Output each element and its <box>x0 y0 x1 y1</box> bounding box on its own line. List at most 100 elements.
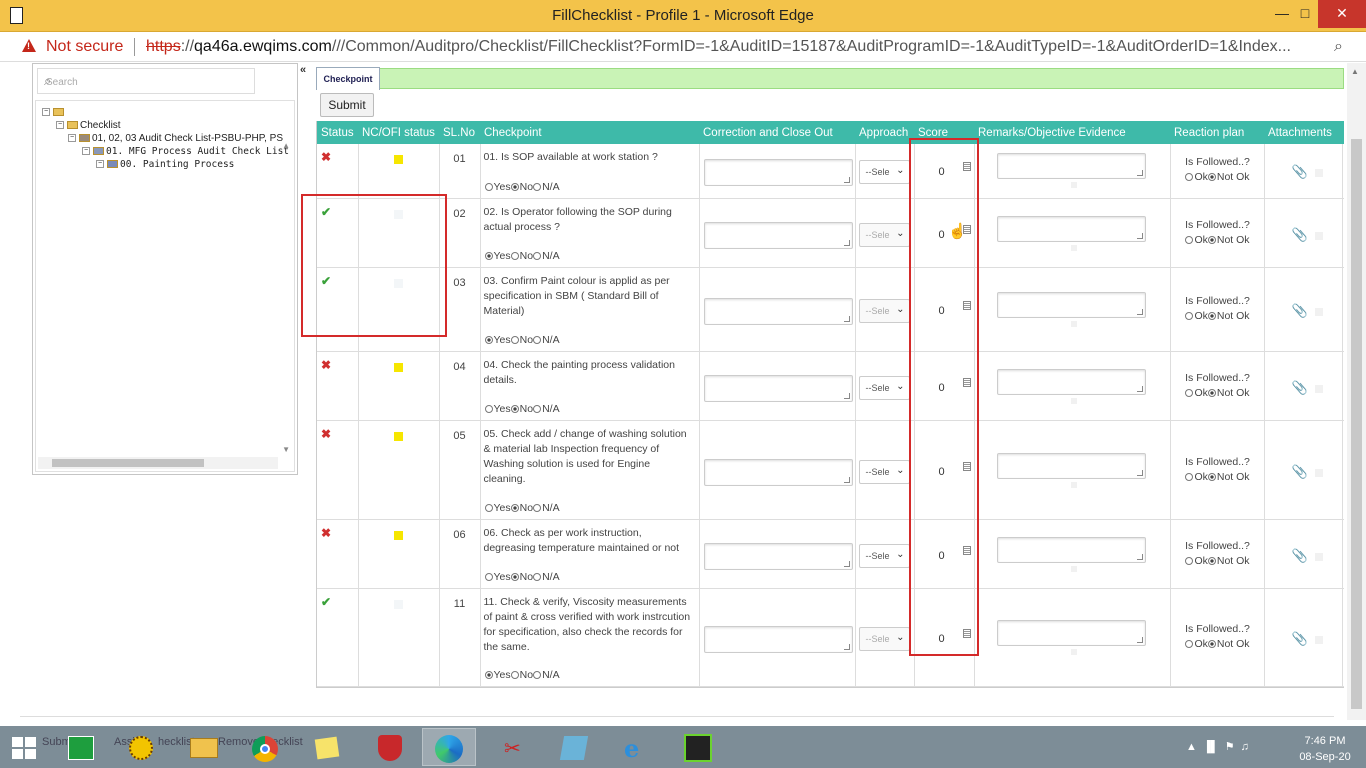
radio-no[interactable] <box>510 335 519 344</box>
radio-not-ok[interactable] <box>1207 556 1216 565</box>
collapse-toggle-icon[interactable]: − <box>42 108 50 117</box>
answer-radio-group[interactable]: Yes No N/A <box>484 669 560 681</box>
radio-ok[interactable] <box>1185 472 1194 481</box>
tree-horizontal-scrollbar[interactable] <box>38 457 278 469</box>
not-secure-label[interactable]: Not secure <box>46 38 123 56</box>
collapse-panel-button[interactable]: « <box>300 64 306 76</box>
tree-vertical-scrollbar[interactable]: ▲ <box>282 141 290 150</box>
radio-no[interactable] <box>510 670 519 679</box>
flower-app-icon[interactable] <box>120 728 174 766</box>
radio-na[interactable] <box>533 503 542 512</box>
answer-radio-group[interactable]: Yes No N/A <box>484 571 560 583</box>
radio-na[interactable] <box>533 251 542 260</box>
remarks-textarea[interactable] <box>996 536 1146 563</box>
close-button[interactable]: ✕ <box>1318 0 1366 28</box>
radio-not-ok[interactable] <box>1207 311 1216 320</box>
radio-na[interactable] <box>533 572 542 581</box>
approach-select[interactable]: --Sele ⌄ <box>858 543 910 568</box>
paperclip-icon[interactable]: 📎 <box>1292 380 1308 396</box>
scroll-up-icon[interactable]: ▲ <box>1351 67 1359 76</box>
radio-na[interactable] <box>533 404 542 413</box>
scroll-thumb[interactable] <box>52 459 204 467</box>
paperclip-icon[interactable]: 📎 <box>1292 303 1308 319</box>
correction-textarea[interactable] <box>703 159 853 186</box>
radio-yes[interactable] <box>484 503 493 512</box>
radio-yes[interactable] <box>484 404 493 413</box>
approach-select[interactable]: --Sele ⌄ <box>858 459 910 484</box>
paperclip-icon[interactable]: 📎 <box>1292 227 1308 243</box>
correction-textarea[interactable] <box>703 542 853 570</box>
tree-search-input[interactable]: ⌕ Search <box>37 68 255 94</box>
radio-no[interactable] <box>510 182 519 191</box>
answer-radio-group[interactable]: Yes No N/A <box>484 250 560 262</box>
tab-checkpoint[interactable]: Checkpoint <box>316 67 380 90</box>
collapse-toggle-icon[interactable]: − <box>68 134 76 143</box>
collapse-toggle-icon[interactable]: − <box>56 121 64 130</box>
correction-textarea[interactable] <box>703 625 853 653</box>
radio-not-ok[interactable] <box>1207 388 1216 397</box>
remarks-textarea[interactable] <box>996 368 1146 395</box>
radio-ok[interactable] <box>1185 311 1194 320</box>
system-tray[interactable]: ▲ ▐▌ ⚑ ♫ <box>1186 740 1249 753</box>
remarks-textarea[interactable] <box>996 215 1146 242</box>
correction-textarea[interactable] <box>703 458 853 486</box>
radio-not-ok[interactable] <box>1207 235 1216 244</box>
zoom-icon[interactable]: ⌕ <box>1334 38 1343 56</box>
collapse-toggle-icon[interactable]: − <box>96 160 104 169</box>
paperclip-icon[interactable]: 📎 <box>1292 164 1308 180</box>
address-bar[interactable]: ! Not secure https://qa46a.ewqims.com///… <box>0 32 1366 62</box>
chrome-icon[interactable] <box>240 728 294 766</box>
radio-yes[interactable] <box>484 670 493 679</box>
radio-yes[interactable] <box>484 251 493 260</box>
maximize-button[interactable]: □ <box>1288 0 1322 28</box>
radio-no[interactable] <box>510 404 519 413</box>
radio-yes[interactable] <box>484 335 493 344</box>
remarks-textarea[interactable] <box>996 619 1146 646</box>
radio-ok[interactable] <box>1185 388 1194 397</box>
tree-node-checklist[interactable]: − Checklist <box>56 120 121 131</box>
radio-ok[interactable] <box>1185 173 1194 181</box>
tree-scroll-down[interactable]: ▼ <box>282 445 290 454</box>
radio-ok[interactable] <box>1185 639 1194 648</box>
sticky-notes-icon[interactable] <box>302 728 356 766</box>
radio-not-ok[interactable] <box>1207 472 1216 481</box>
paperclip-icon[interactable]: 📎 <box>1292 464 1308 480</box>
correction-textarea[interactable] <box>703 221 853 249</box>
radio-yes[interactable] <box>484 572 493 581</box>
radio-not-ok[interactable] <box>1207 639 1216 648</box>
remarks-textarea[interactable] <box>996 291 1146 318</box>
approach-select[interactable]: --Sele ⌄ <box>858 626 910 651</box>
edge-browser-icon[interactable] <box>422 728 476 766</box>
url-text[interactable]: https://qa46a.ewqims.com///Common/Auditp… <box>146 38 1326 56</box>
tree-node-mfg-process[interactable]: −01. MFG Process Audit Check List <box>82 146 289 157</box>
snipping-tool-icon[interactable]: ✂ <box>488 728 542 766</box>
correction-textarea[interactable] <box>703 374 853 402</box>
radio-ok[interactable] <box>1185 556 1194 565</box>
radio-not-ok[interactable] <box>1207 173 1216 181</box>
page-vertical-scrollbar[interactable]: ▲ <box>1347 63 1366 720</box>
answer-radio-group[interactable]: Yes No N/A <box>484 502 560 514</box>
page-scroll-thumb[interactable] <box>1351 139 1362 709</box>
remarks-textarea[interactable] <box>996 153 1146 179</box>
radio-na[interactable] <box>533 670 542 679</box>
notepad-icon[interactable] <box>548 728 602 766</box>
radio-na[interactable] <box>533 335 542 344</box>
radio-na[interactable] <box>533 182 542 191</box>
radio-no[interactable] <box>510 251 519 260</box>
radio-no[interactable] <box>510 572 519 581</box>
submit-button[interactable]: Submit <box>320 93 374 117</box>
paperclip-icon[interactable]: 📎 <box>1292 548 1308 564</box>
approach-select[interactable]: --Sele ⌄ <box>858 160 910 184</box>
store-app-icon[interactable] <box>60 728 114 766</box>
paperclip-icon[interactable]: 📎 <box>1292 631 1308 647</box>
radio-yes[interactable] <box>484 182 493 191</box>
terminal-app-icon[interactable] <box>672 728 726 766</box>
taskbar-clock[interactable]: 7:46 PM 08-Sep-20 <box>1292 733 1358 765</box>
antivirus-icon[interactable] <box>364 728 418 766</box>
answer-radio-group[interactable]: Yes No N/A <box>484 403 560 415</box>
answer-radio-group[interactable]: Yes No N/A <box>484 334 560 346</box>
approach-select[interactable]: --Sele ⌄ <box>858 375 910 400</box>
collapse-toggle-icon[interactable]: − <box>82 147 90 156</box>
tree-node-audit-list[interactable]: −01, 02, 03 Audit Check List-PSBU-PHP, P… <box>68 133 283 144</box>
tree-node-painting-process[interactable]: −00. Painting Process <box>96 159 234 170</box>
